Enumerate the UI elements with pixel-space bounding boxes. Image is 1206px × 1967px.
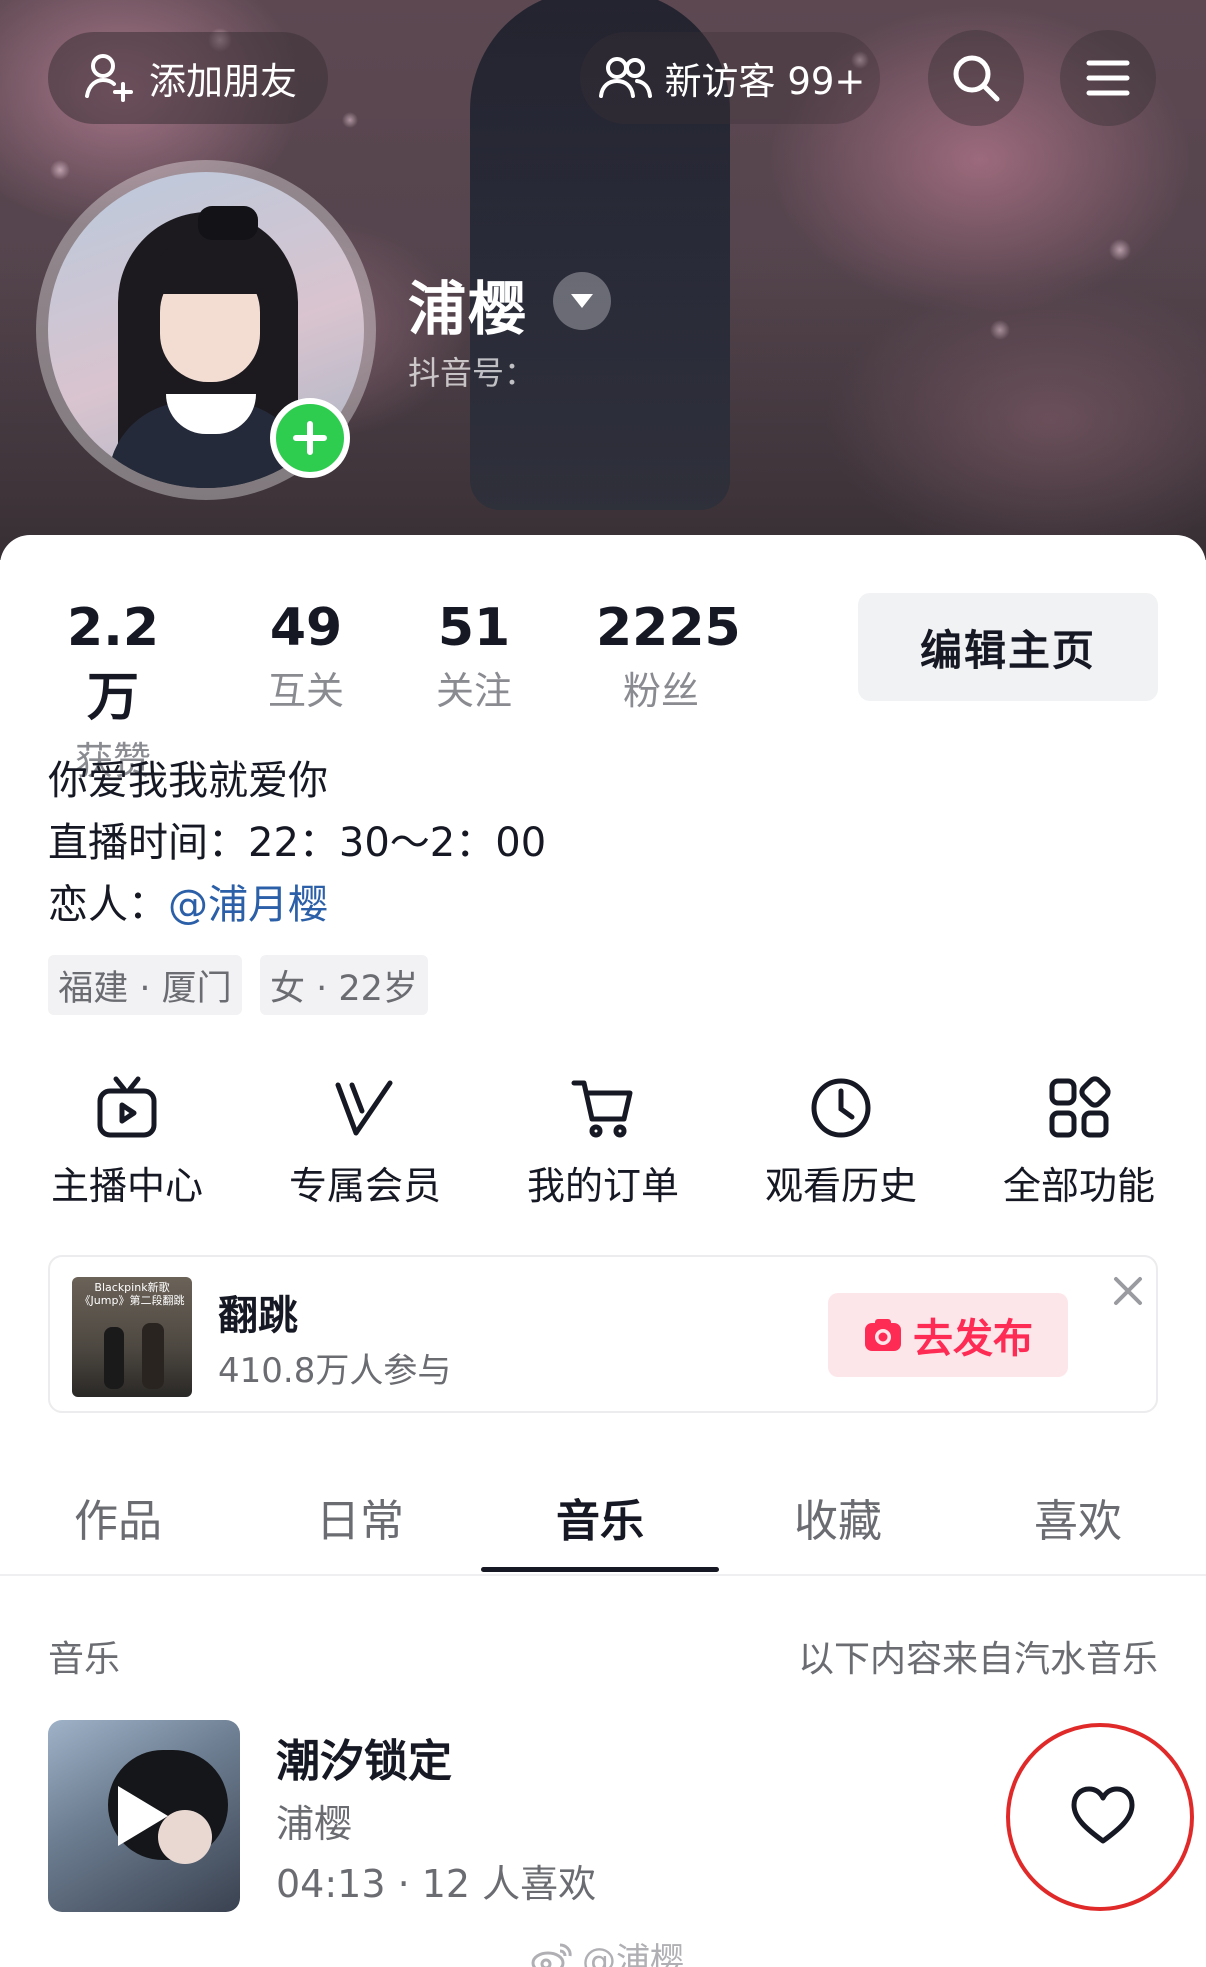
tab-divider [0, 1574, 1206, 1576]
bio-line: 你爱我我就爱你 [48, 758, 328, 804]
challenge-thumbnail-text: Blackpink新歌《Jump》第二段翻跳 [79, 1281, 185, 1307]
bio-partner-prefix: 恋人： [48, 882, 168, 928]
visitors-label: 新访客 99+ [664, 60, 866, 103]
stat-label: 关注 [435, 669, 512, 713]
annotation-highlight-circle [1006, 1723, 1194, 1911]
location-tag: 福建 · 厦门 [48, 955, 242, 1015]
plus-icon [293, 421, 327, 455]
bio-line: 直播时间：22：30～2：00 [48, 820, 547, 866]
feature-label: 全部功能 [1002, 1164, 1155, 1208]
stat-value: 2.2万 [66, 598, 160, 728]
feature-streamer-center[interactable]: 主播中心 [32, 1075, 222, 1211]
edit-profile-button[interactable]: 编辑主页 [858, 593, 1158, 701]
menu-button[interactable] [1060, 30, 1156, 126]
tab-music[interactable]: 音乐 [490, 1485, 710, 1549]
profile-card: 2.2万 获赞 49 互关 51 关注 2225 粉丝 编辑主页 你爱我我就爱你… [0, 535, 1206, 1967]
nickname: 浦樱 [408, 275, 529, 343]
cart-icon [571, 1080, 633, 1138]
stat-label: 互关 [267, 669, 344, 713]
song-cover[interactable] [48, 1720, 240, 1912]
vip-icon [335, 1080, 393, 1136]
feature-label: 主播中心 [50, 1164, 203, 1208]
partner-mention-link[interactable]: @浦月樱 [168, 882, 328, 928]
music-source-note: 以下内容来自汽水音乐 [797, 1639, 1158, 1680]
caret-down-icon [571, 294, 593, 308]
song-artist: 浦樱 [276, 1802, 353, 1846]
music-section-label: 音乐 [48, 1639, 121, 1680]
challenge-participants: 410.8万人参与 [218, 1351, 452, 1391]
tab-favorites[interactable]: 收藏 [728, 1485, 948, 1549]
stat-mutual[interactable]: 49 互关 [256, 593, 356, 719]
song-meta: 04:13 · 12 人喜欢 [276, 1862, 597, 1906]
weibo-icon [531, 1943, 572, 1967]
thumb-dancer [142, 1323, 164, 1389]
feature-vip-membership[interactable]: 专属会员 [270, 1075, 460, 1211]
add-friend-label: 添加朋友 [149, 60, 297, 103]
feature-my-orders[interactable]: 我的订单 [508, 1075, 698, 1211]
stat-fans[interactable]: 2225 粉丝 [596, 593, 741, 719]
hamburger-menu-icon [1086, 60, 1130, 96]
challenge-thumbnail: Blackpink新歌《Jump》第二段翻跳 [72, 1277, 192, 1397]
stat-value: 49 [269, 598, 343, 658]
tv-icon [97, 1076, 157, 1138]
stat-value: 51 [437, 598, 511, 658]
grid-icon [1049, 1076, 1111, 1138]
active-tab-indicator [481, 1567, 719, 1572]
account-switch-button[interactable] [553, 272, 611, 330]
new-visitors-button[interactable]: 新访客 99+ [580, 32, 880, 124]
stat-value: 2225 [596, 598, 741, 658]
search-icon [953, 55, 1000, 102]
add-friend-button[interactable]: 添加朋友 [48, 32, 328, 124]
tab-daily[interactable]: 日常 [250, 1485, 470, 1549]
clock-icon [811, 1078, 871, 1138]
add-story-button[interactable] [270, 398, 350, 478]
challenge-title: 翻跳 [218, 1293, 298, 1339]
visitors-icon [598, 57, 652, 98]
stat-following[interactable]: 51 关注 [424, 593, 524, 719]
avatar-bangs [148, 242, 272, 294]
stat-label: 粉丝 [622, 669, 699, 713]
watermark-text: @浦樱 [582, 1941, 684, 1967]
go-publish-label: 去发布 [913, 1316, 1033, 1362]
tab-likes[interactable]: 喜欢 [968, 1485, 1188, 1549]
go-publish-button[interactable]: 去发布 [828, 1293, 1068, 1377]
feature-label: 我的订单 [526, 1164, 679, 1208]
thumb-dancer [104, 1327, 124, 1389]
search-button[interactable] [928, 30, 1024, 126]
feature-label: 观看历史 [764, 1164, 917, 1208]
avatar-bow [198, 206, 258, 240]
camera-icon [865, 1319, 901, 1351]
weibo-watermark: @浦樱 [530, 1933, 684, 1967]
tab-works[interactable]: 作品 [8, 1485, 228, 1549]
bio-partner-line: 恋人：@浦月樱 [48, 877, 328, 933]
play-icon [118, 1786, 168, 1846]
close-icon[interactable] [1110, 1273, 1146, 1309]
challenge-banner[interactable]: Blackpink新歌《Jump》第二段翻跳 翻跳 410.8万人参与 去发布 [48, 1255, 1158, 1413]
douyin-id[interactable]: 抖音号： [408, 348, 536, 394]
song-title[interactable]: 潮汐锁定 [276, 1725, 452, 1789]
feature-watch-history[interactable]: 观看历史 [746, 1075, 936, 1211]
feature-label: 专属会员 [288, 1164, 441, 1208]
add-user-icon [85, 54, 133, 102]
feature-all-functions[interactable]: 全部功能 [984, 1075, 1174, 1211]
gender-age-tag: 女 · 22岁 [260, 955, 428, 1015]
